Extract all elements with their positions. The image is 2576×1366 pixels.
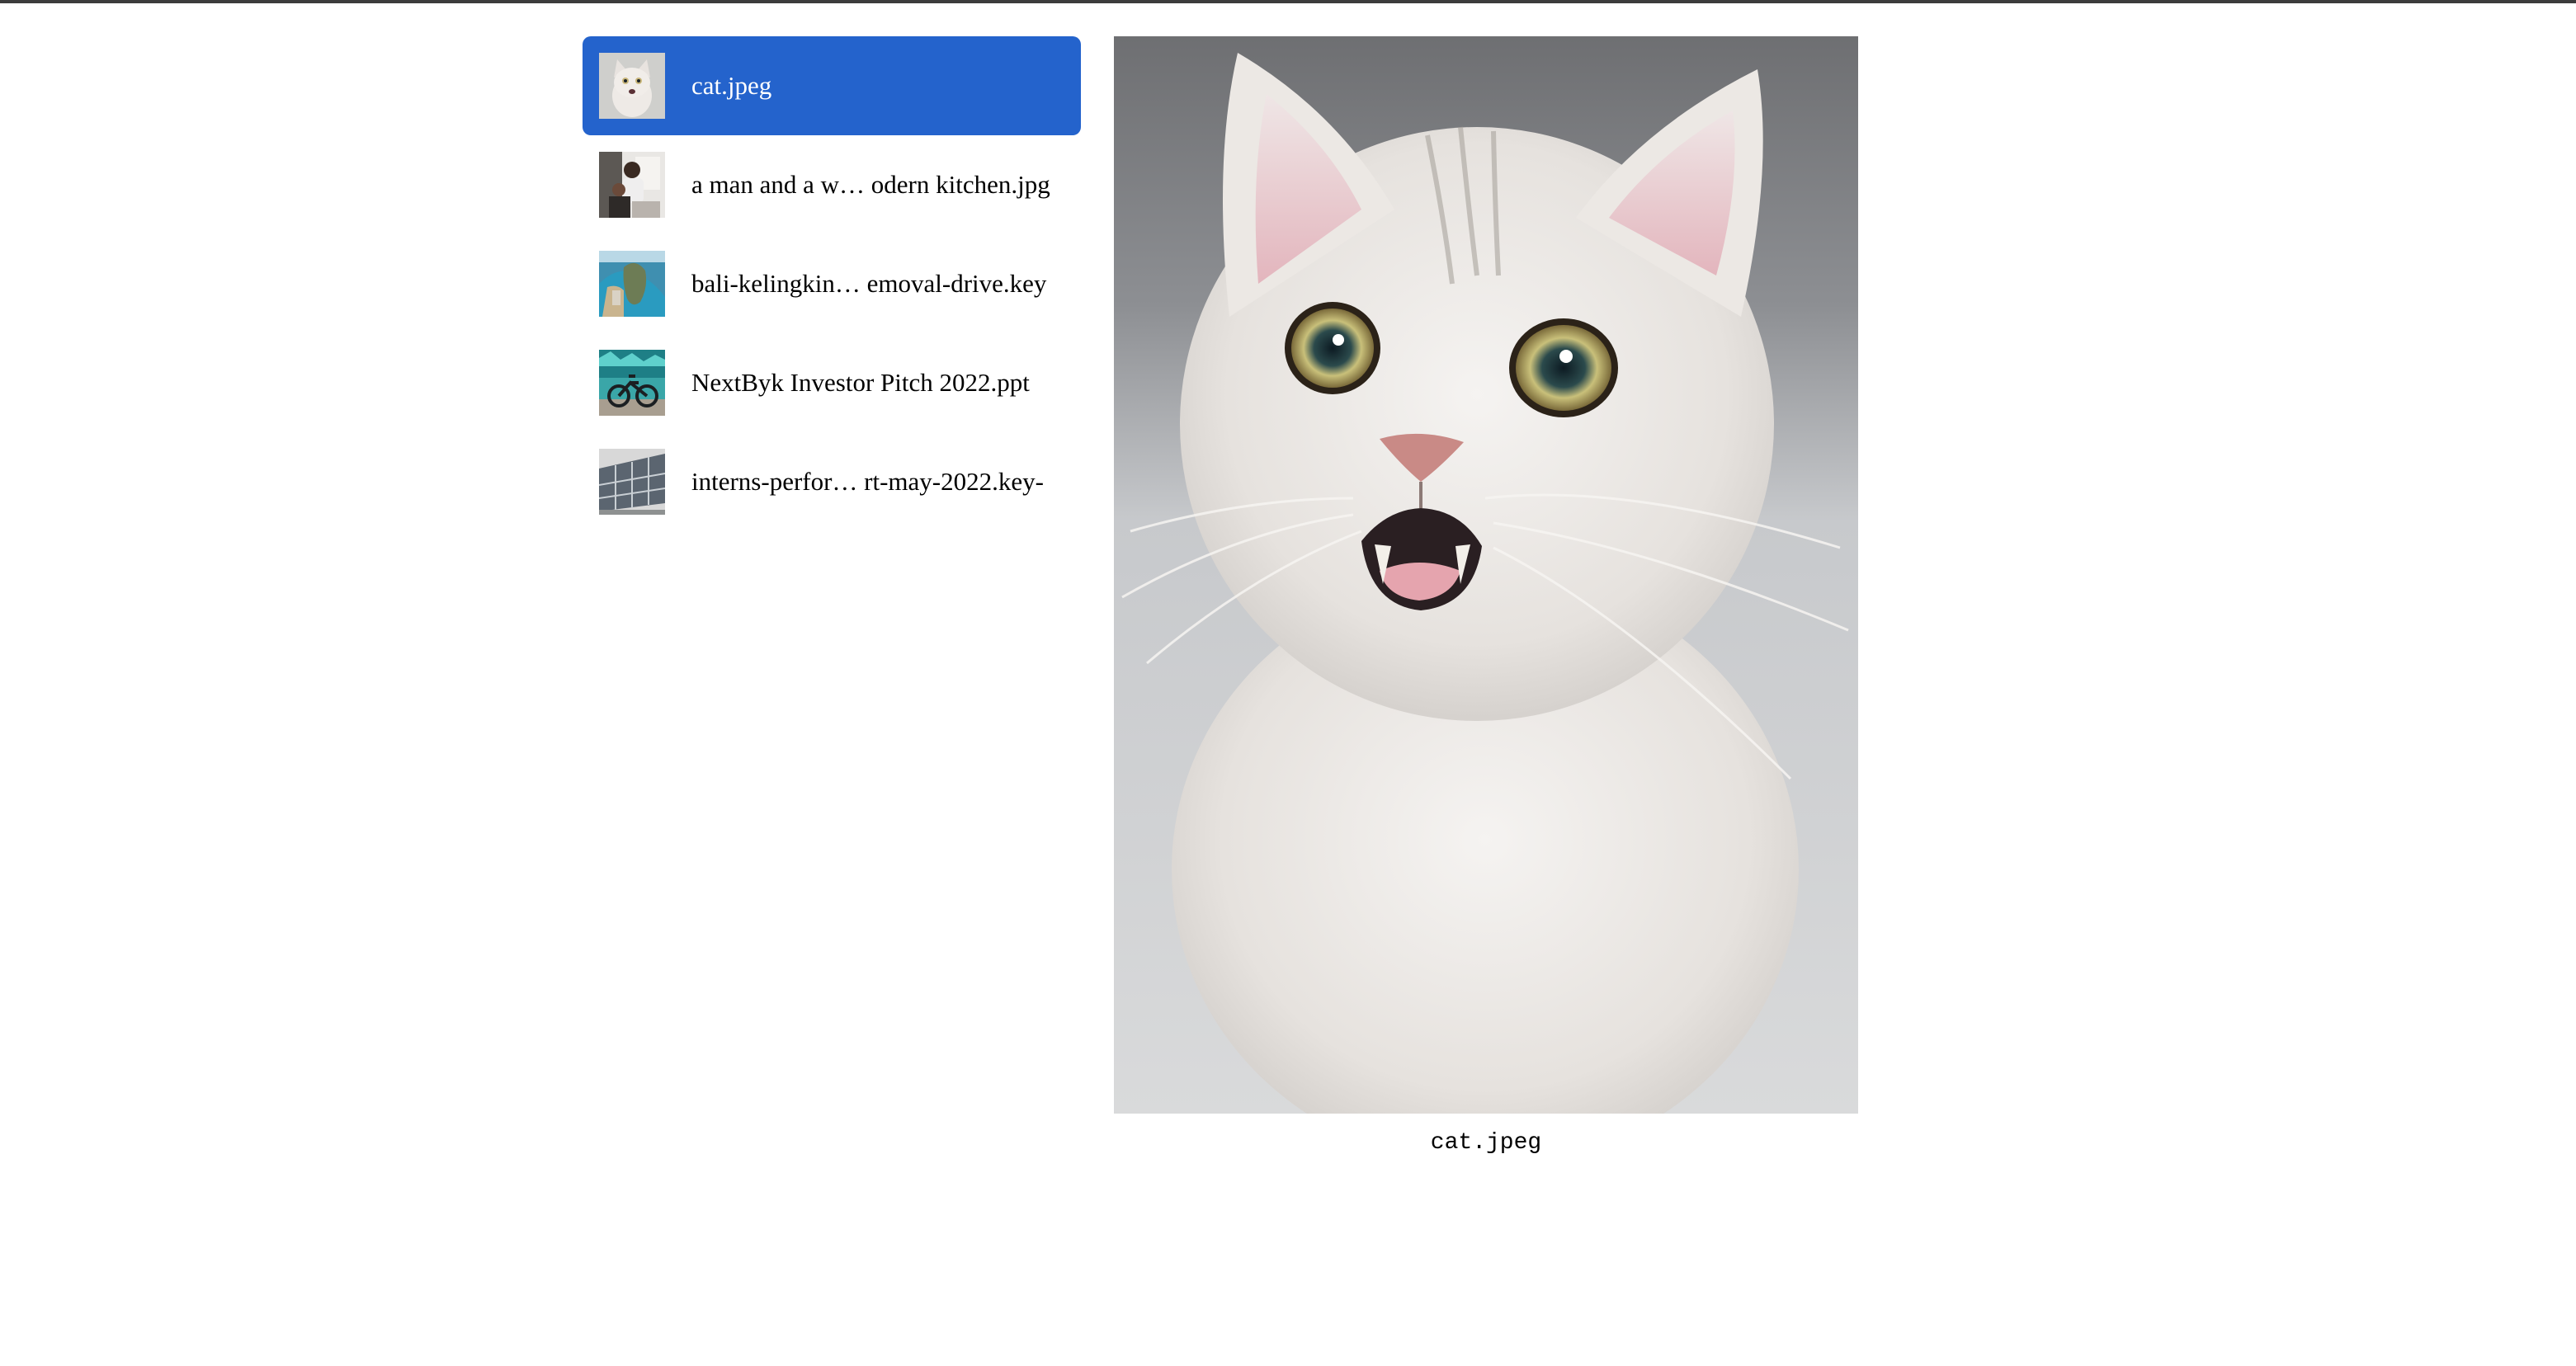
file-item-cat[interactable]: cat.jpeg bbox=[583, 36, 1081, 135]
file-name: NextByk Investor Pitch 2022.ppt bbox=[691, 368, 1030, 397]
file-list: cat.jpeg a man and a w… odern kitchen.jp… bbox=[583, 36, 1081, 531]
kitchen-thumbnail-icon bbox=[599, 152, 665, 218]
preview-caption: cat.jpeg bbox=[1430, 1130, 1542, 1156]
file-name: cat.jpeg bbox=[691, 71, 772, 100]
file-item-bali[interactable]: bali-kelingkin… emoval-drive.key bbox=[583, 234, 1081, 333]
file-item-interns[interactable]: interns-perfor… rt-may-2022.key- bbox=[583, 432, 1081, 531]
file-name: bali-kelingkin… emoval-drive.key bbox=[691, 269, 1047, 298]
beach-thumbnail-icon bbox=[599, 251, 665, 317]
cat-photo bbox=[1114, 36, 1858, 1114]
file-name: interns-perfor… rt-may-2022.key- bbox=[691, 467, 1044, 496]
file-item-nextbyk[interactable]: NextByk Investor Pitch 2022.ppt bbox=[583, 333, 1081, 432]
top-border bbox=[0, 0, 2576, 3]
bike-thumbnail-icon bbox=[599, 350, 665, 416]
solar-thumbnail-icon bbox=[599, 449, 665, 515]
cat-thumbnail-icon bbox=[599, 53, 665, 119]
image-preview bbox=[1114, 36, 1858, 1114]
file-item-kitchen[interactable]: a man and a w… odern kitchen.jpg bbox=[583, 135, 1081, 234]
file-name: a man and a w… odern kitchen.jpg bbox=[691, 170, 1050, 199]
